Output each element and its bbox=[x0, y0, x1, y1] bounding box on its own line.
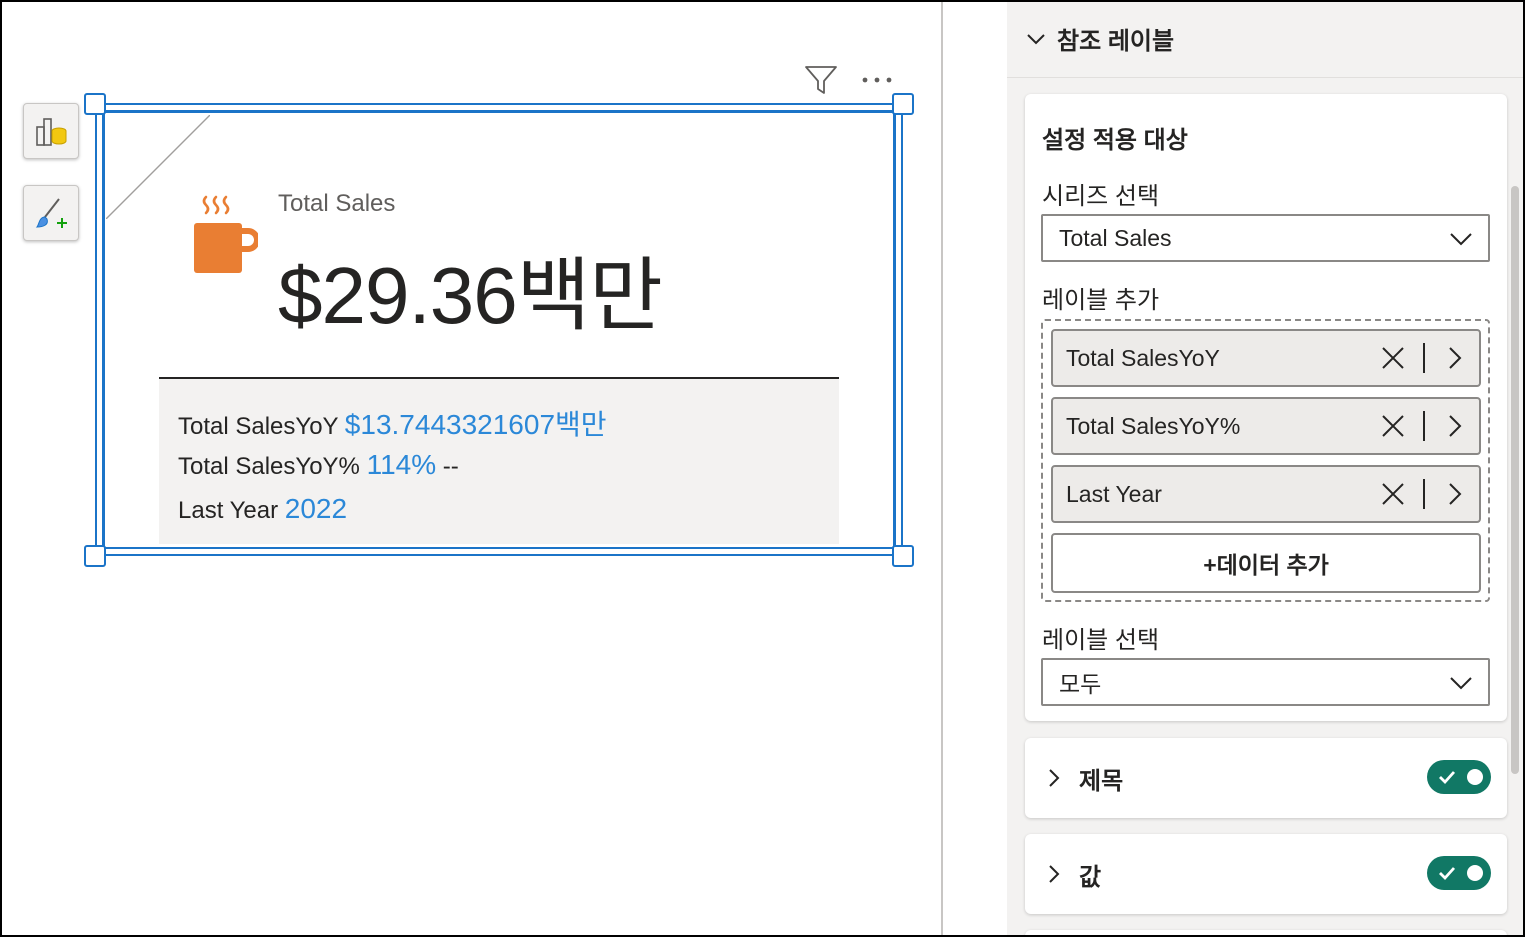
apply-settings-title: 설정 적용 대상 bbox=[1042, 127, 1188, 154]
close-icon[interactable] bbox=[1379, 412, 1407, 440]
section-label: 제목 bbox=[1079, 767, 1124, 795]
next-section-card[interactable] bbox=[1025, 930, 1507, 937]
format-pane: 참조 레이블 설정 적용 대상 시리즈 선택 Total Sales 레이블 추… bbox=[1007, 0, 1525, 937]
chevron-right-icon[interactable] bbox=[1441, 480, 1469, 508]
series-dropdown[interactable]: Total Sales bbox=[1041, 214, 1490, 262]
resize-handle-top-left[interactable] bbox=[84, 93, 106, 115]
value-section-card[interactable]: 값 bbox=[1025, 834, 1507, 914]
series-select-label: 시리즈 선택 bbox=[1042, 183, 1160, 210]
reference-labels-panel: Total SalesYoY $13.7443321607백만 Total Sa… bbox=[159, 377, 839, 544]
section-label: 값 bbox=[1079, 863, 1102, 891]
section-title: 참조 레이블 bbox=[1057, 28, 1175, 55]
build-visual-button[interactable] bbox=[23, 103, 79, 159]
label-select-title: 레이블 선택 bbox=[1042, 627, 1160, 654]
toggle-knob bbox=[1467, 769, 1483, 785]
kpi-label: Total Sales bbox=[278, 190, 396, 217]
format-visual-button[interactable] bbox=[23, 185, 79, 241]
chevron-right-icon bbox=[1049, 769, 1060, 787]
pane-gutter bbox=[943, 0, 1007, 937]
chevron-right-icon bbox=[1049, 865, 1060, 883]
resize-handle-top-right[interactable] bbox=[892, 93, 914, 115]
resize-handle-bottom-right[interactable] bbox=[892, 545, 914, 567]
label-chip[interactable]: Last Year bbox=[1051, 465, 1481, 523]
reference-label-value: 114% bbox=[366, 449, 437, 480]
label-chip[interactable]: Total SalesYoY bbox=[1051, 329, 1481, 387]
chip-separator bbox=[1423, 411, 1425, 441]
checkmark-icon bbox=[1439, 867, 1456, 881]
reference-label-name: Last Year bbox=[178, 497, 279, 524]
toggle-knob bbox=[1467, 865, 1483, 881]
reference-label-name: Total SalesYoY% bbox=[178, 453, 360, 480]
reference-label-value: $13.7443321607백만 bbox=[344, 409, 607, 440]
close-icon[interactable] bbox=[1379, 480, 1407, 508]
chip-separator bbox=[1423, 479, 1425, 509]
close-icon[interactable] bbox=[1379, 344, 1407, 372]
title-toggle[interactable] bbox=[1427, 760, 1491, 794]
more-options-icon[interactable] bbox=[857, 66, 897, 94]
resize-handle-bottom-left[interactable] bbox=[84, 545, 106, 567]
format-visual-icon bbox=[35, 198, 67, 228]
label-chip[interactable]: Total SalesYoY% bbox=[1051, 397, 1481, 455]
add-label-title: 레이블 추가 bbox=[1042, 287, 1160, 314]
chevron-right-icon[interactable] bbox=[1441, 412, 1469, 440]
reference-labels-section-header[interactable]: 참조 레이블 bbox=[1007, 0, 1525, 78]
add-data-button[interactable]: +데이터 추가 bbox=[1051, 533, 1481, 593]
reference-label-value: 2022 bbox=[284, 493, 348, 524]
coffee-mug-icon bbox=[194, 195, 258, 273]
label-chip-text: Total SalesYoY bbox=[1066, 344, 1220, 371]
chevron-down-icon bbox=[1450, 677, 1472, 690]
series-dropdown-value: Total Sales bbox=[1059, 224, 1172, 251]
checkmark-icon bbox=[1439, 771, 1456, 785]
reference-label-name: Total SalesYoY bbox=[178, 413, 339, 440]
value-toggle[interactable] bbox=[1427, 856, 1491, 890]
label-select-dropdown[interactable]: 모두 bbox=[1041, 658, 1490, 706]
label-select-value: 모두 bbox=[1059, 671, 1102, 697]
chevron-down-icon bbox=[1027, 33, 1045, 44]
reference-label-row: Total SalesYoY% 114% -- bbox=[178, 449, 459, 481]
chevron-down-icon bbox=[1450, 233, 1472, 246]
reference-label-suffix: -- bbox=[436, 453, 459, 480]
chip-separator bbox=[1423, 343, 1425, 373]
label-chip-text: Last Year bbox=[1066, 480, 1162, 507]
report-canvas: Total Sales $29.36백만 Total SalesYoY $13.… bbox=[0, 0, 942, 937]
kpi-value: $29.36백만 bbox=[278, 251, 663, 340]
filter-icon[interactable] bbox=[803, 63, 839, 97]
reference-label-row: Last Year 2022 bbox=[178, 493, 347, 525]
format-pane-scrollbar[interactable] bbox=[1511, 186, 1519, 774]
chevron-right-icon[interactable] bbox=[1441, 344, 1469, 372]
title-section-card[interactable]: 제목 bbox=[1025, 738, 1507, 818]
label-chip-text: Total SalesYoY% bbox=[1066, 412, 1241, 439]
reference-label-row: Total SalesYoY $13.7443321607백만 bbox=[178, 403, 607, 443]
build-visual-icon bbox=[36, 118, 67, 146]
apply-settings-card: 설정 적용 대상 시리즈 선택 Total Sales 레이블 추가 Total… bbox=[1025, 94, 1507, 721]
